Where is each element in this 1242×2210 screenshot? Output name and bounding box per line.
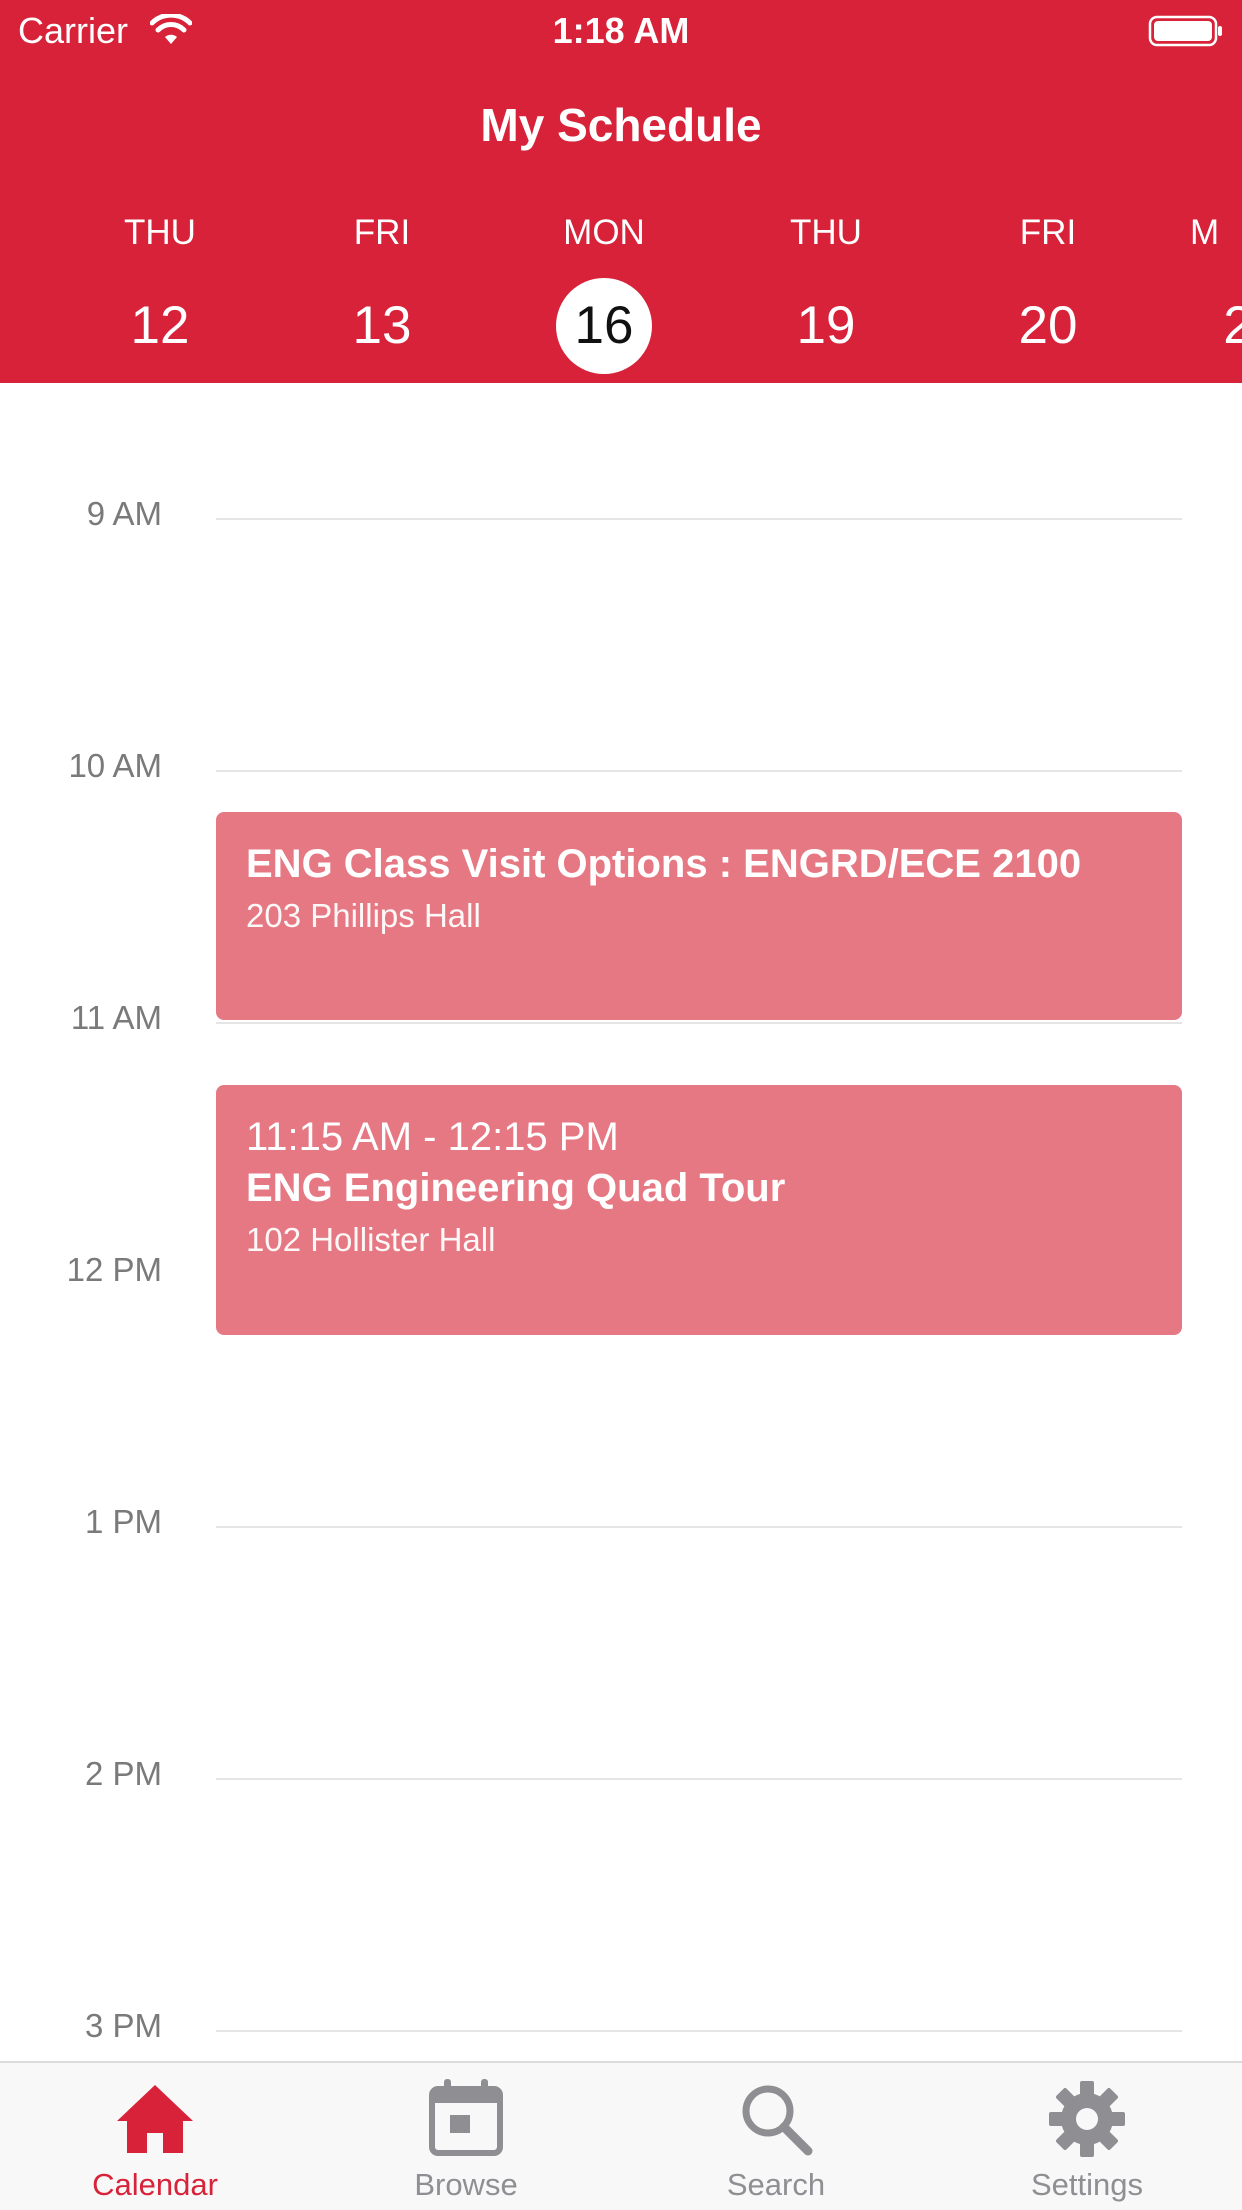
day-number: 20 <box>1018 296 1078 355</box>
search-icon <box>742 2085 813 2156</box>
header: Carrier 1:18 AM My Schedule THU 12 FRI 1… <box>0 0 1242 383</box>
day-number: 19 <box>796 296 856 355</box>
day-name: THU <box>790 213 862 252</box>
status-time: 1:18 AM <box>552 10 690 51</box>
event-title: ENG Engineering Quad Tour <box>246 1166 786 1210</box>
hour-gridline <box>216 518 1182 520</box>
day-mon-partial[interactable]: M 2 <box>1190 208 1242 374</box>
day-name: FRI <box>353 213 411 252</box>
day-number: 2 <box>1223 296 1242 355</box>
tab-calendar[interactable]: Calendar <box>5 2063 305 2210</box>
status-bar: Carrier 1:18 AM <box>0 0 1242 60</box>
day-name: MON <box>563 213 645 252</box>
hour-label: 1 PM <box>84 1503 162 1540</box>
hour-gridline <box>216 1778 1182 1780</box>
event-location: 102 Hollister Hall <box>246 1221 496 1258</box>
event-card-quad-tour[interactable]: 11:15 AM - 12:15 PM ENG Engineering Quad… <box>216 1085 1182 1335</box>
event-location: 203 Phillips Hall <box>246 897 481 934</box>
day-timeline[interactable]: 9 AM 10 AM 11 AM 12 PM 1 PM 2 PM 3 PM EN… <box>0 383 1242 2061</box>
day-name: THU <box>124 213 196 252</box>
day-fri-13[interactable]: FRI 13 <box>302 208 462 374</box>
day-thu-19[interactable]: THU 19 <box>746 208 906 374</box>
day-mon-16-selected[interactable]: MON 16 <box>524 208 684 374</box>
event-title: ENG Class Visit Options : ENGRD/ECE 2100 <box>246 842 1082 886</box>
tab-settings[interactable]: Settings <box>937 2063 1237 2210</box>
hour-label: 9 AM <box>86 495 162 532</box>
hour-gridline <box>216 1022 1182 1024</box>
day-number: 13 <box>352 296 412 355</box>
hour-label: 11 AM <box>70 999 162 1036</box>
tab-browse[interactable]: Browse <box>316 2063 616 2210</box>
tab-label: Calendar <box>92 2167 218 2202</box>
tab-bar: Calendar Browse Search Settings <box>0 2061 1242 2210</box>
battery-icon <box>1148 15 1222 47</box>
hour-label: 2 PM <box>84 1755 162 1792</box>
day-number: 12 <box>130 296 190 355</box>
hour-label: 10 AM <box>68 747 162 784</box>
page-title: My Schedule <box>480 99 762 151</box>
day-name: M <box>1190 213 1220 252</box>
day-name: FRI <box>1019 213 1077 252</box>
day-fri-20[interactable]: FRI 20 <box>968 208 1128 374</box>
gear-icon <box>1049 2081 1125 2157</box>
day-thu-12[interactable]: THU 12 <box>80 208 240 374</box>
tab-label: Search <box>726 2167 826 2202</box>
event-time: 11:15 AM - 12:15 PM <box>246 1115 619 1159</box>
hour-gridline <box>216 2030 1182 2032</box>
hour-gridline <box>216 1526 1182 1528</box>
event-card-class-visit[interactable]: ENG Class Visit Options : ENGRD/ECE 2100… <box>216 812 1182 1020</box>
tab-search[interactable]: Search <box>626 2063 926 2210</box>
hour-gridline <box>216 770 1182 772</box>
hour-label: 3 PM <box>84 2007 162 2044</box>
tab-label: Settings <box>1030 2167 1143 2202</box>
home-icon <box>117 2085 193 2153</box>
calendar-icon <box>429 2079 503 2156</box>
day-number: 16 <box>556 278 652 374</box>
tab-label: Browse <box>414 2167 518 2202</box>
hour-label: 12 PM <box>66 1251 162 1288</box>
